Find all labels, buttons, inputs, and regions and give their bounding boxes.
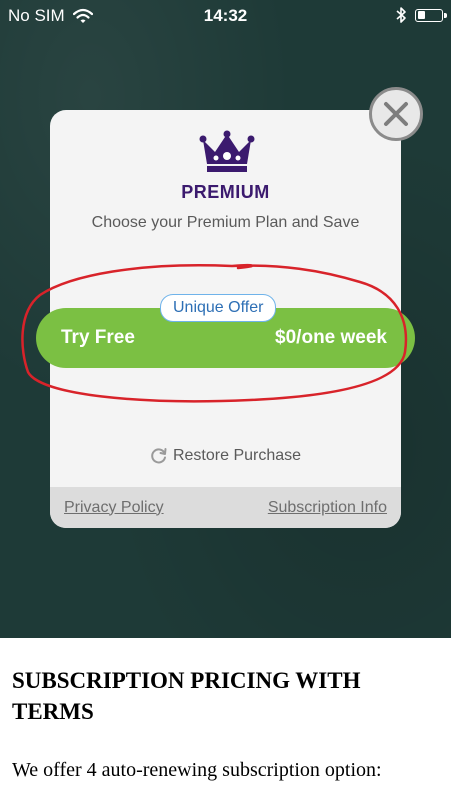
try-free-label: Try Free: [61, 327, 135, 348]
battery-level: [417, 11, 425, 19]
restore-purchase-label: Restore Purchase: [172, 447, 302, 464]
refresh-icon: [150, 447, 168, 465]
bluetooth-icon: [395, 6, 407, 24]
premium-title: PREMIUM: [181, 182, 270, 202]
battery-icon: [415, 8, 447, 22]
privacy-policy-link[interactable]: Privacy Policy: [64, 499, 164, 517]
status-time: 14:32: [203, 6, 248, 25]
close-icon: [384, 102, 408, 126]
close-button[interactable]: [369, 87, 423, 141]
restore-purchase-button[interactable]: Restore Purchase: [50, 447, 401, 465]
crown-icon: [199, 130, 255, 172]
article-section: SUBSCRIPTION PRICING WITH TERMS We offer…: [0, 638, 451, 800]
price-label: $0/one week: [275, 327, 387, 348]
article-body: We offer 4 auto-renewing subscription op…: [12, 759, 382, 781]
modal-footer: Privacy Policy Subscription Info: [50, 487, 401, 528]
status-bar: No SIM 14:32: [0, 0, 451, 32]
subscription-info-link[interactable]: Subscription Info: [268, 499, 387, 517]
status-right: [395, 6, 447, 24]
article-heading: SUBSCRIPTION PRICING WITH TERMS: [12, 668, 361, 724]
plan-subtitle: Choose your Premium Plan and Save: [91, 214, 360, 231]
unique-offer-badge: Unique Offer: [160, 294, 277, 322]
